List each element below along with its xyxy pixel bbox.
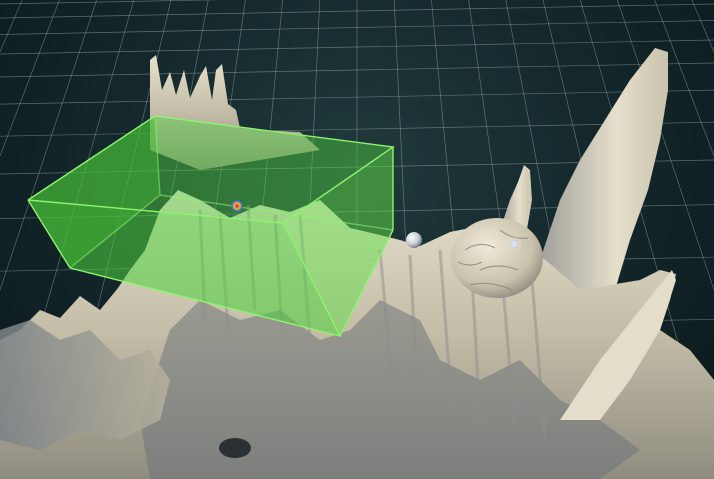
object-gizmo-icon[interactable] xyxy=(231,200,243,212)
scene-viewport[interactable] xyxy=(0,0,714,479)
terrain-scene[interactable] xyxy=(0,0,714,479)
terrain-boulder xyxy=(451,218,543,298)
terrain-pit xyxy=(219,438,251,458)
sphere-object-icon[interactable] xyxy=(406,232,422,248)
